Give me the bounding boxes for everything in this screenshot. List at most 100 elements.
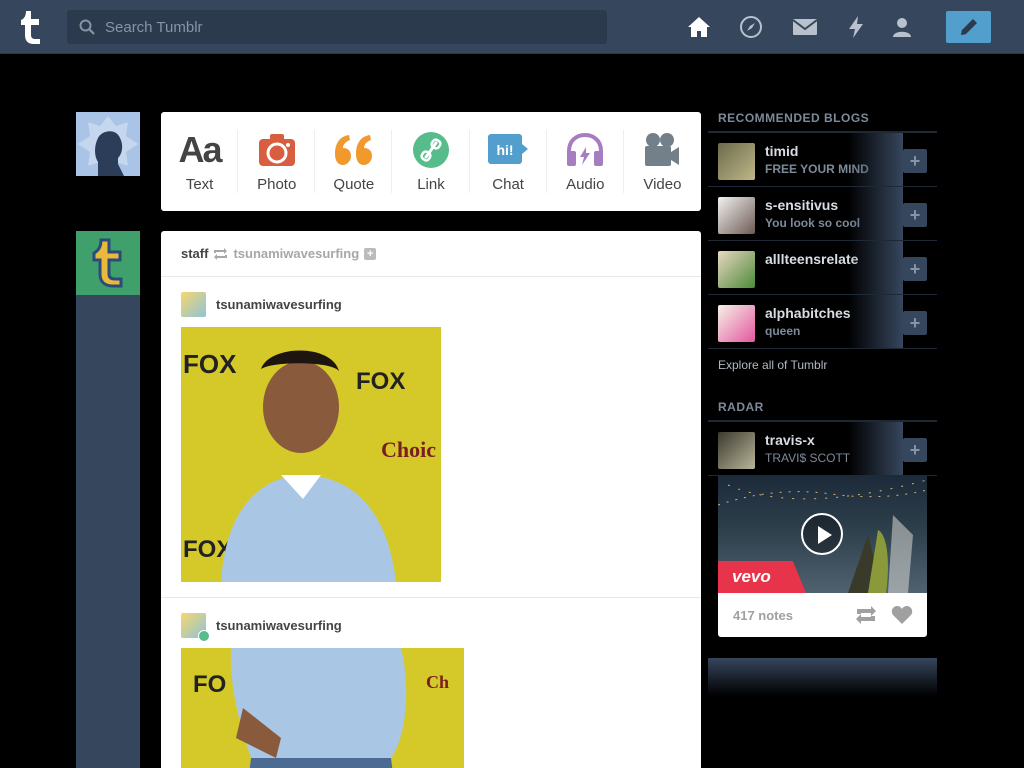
recommended-blog[interactable]: alphabitches queen + (708, 295, 937, 349)
svg-text:FO: FO (193, 671, 226, 698)
post-type-photo[interactable]: Photo (238, 112, 316, 211)
follow-button[interactable]: + (903, 257, 927, 281)
blog-fade (848, 422, 903, 475)
follow-button[interactable]: + (903, 438, 927, 462)
radar-title: RADAR (708, 395, 937, 422)
chat-icon: hi! (487, 130, 529, 170)
account-icon[interactable] (889, 14, 915, 40)
post-type-audio[interactable]: Audio (547, 112, 624, 211)
post-type-label: Chat (492, 176, 524, 193)
recommended-blogs-title: RECOMMENDED BLOGS (708, 106, 937, 133)
blog-avatar[interactable] (718, 432, 755, 469)
vevo-logo: vevo (718, 561, 806, 593)
radar-post: vevo 417 notes (718, 475, 927, 637)
entry-avatar[interactable] (181, 613, 210, 642)
reblog-icon[interactable] (855, 606, 877, 624)
post-type-label: Quote (333, 176, 375, 193)
entry-username[interactable]: tsunamiwavesurfing (216, 618, 342, 633)
follow-button[interactable]: + (903, 203, 927, 227)
post-type-chat[interactable]: hi! Chat (470, 112, 547, 211)
post-footer: 417 notes (718, 593, 927, 637)
svg-text:FOX: FOX (356, 368, 405, 395)
reblog-entry: tsunamiwavesurfing FO Ch (161, 598, 701, 768)
recommended-blog[interactable]: timid FREE YOUR MIND + (708, 133, 937, 187)
dashboard-post: staff tsunamiwavesurfing + tsunamiwavesu… (161, 231, 701, 768)
home-icon[interactable] (686, 14, 712, 40)
search-icon (79, 19, 95, 35)
top-bar (0, 0, 1024, 54)
entry-user: tsunamiwavesurfing (181, 613, 342, 642)
entry-user: tsunamiwavesurfing (181, 292, 342, 317)
post-type-text[interactable]: Aa Text (161, 112, 239, 211)
blog-avatar[interactable] (718, 251, 755, 288)
left-rail (76, 231, 140, 768)
recommended-blog[interactable]: alllteensrelate + (708, 241, 937, 295)
blog-title: queen (765, 324, 801, 338)
sidebar: RECOMMENDED BLOGS timid FREE YOUR MIND +… (708, 106, 937, 637)
tumblr-logo-icon[interactable] (16, 8, 48, 46)
sidebar-footer-fade (708, 658, 937, 696)
follow-button[interactable]: + (903, 149, 927, 173)
user-avatar[interactable] (76, 112, 140, 176)
blog-avatar[interactable] (718, 305, 755, 342)
post-header: staff tsunamiwavesurfing + (161, 231, 701, 277)
blog-title: TRAVI$ SCOTT (765, 451, 851, 465)
search-box[interactable] (67, 10, 607, 44)
play-icon[interactable] (801, 513, 843, 555)
headphones-icon (565, 130, 605, 170)
post-type-video[interactable]: Video (624, 112, 701, 211)
reblog-icon (214, 247, 228, 260)
video-camera-icon (643, 130, 681, 170)
quote-icon (333, 130, 375, 170)
blog-name[interactable]: alllteensrelate (765, 251, 858, 267)
blog-name[interactable]: s-ensitivus (765, 197, 838, 213)
post-type-quote[interactable]: Quote (315, 112, 393, 211)
svg-text:FOX: FOX (183, 349, 237, 379)
post-photo[interactable]: FOX FOX FOX Choic (181, 327, 441, 582)
blog-fade (848, 295, 903, 348)
entry-avatar[interactable] (181, 292, 206, 317)
inbox-icon[interactable] (792, 14, 818, 40)
svg-text:Choic: Choic (381, 437, 436, 462)
post-type-label: Photo (257, 176, 297, 193)
blog-name[interactable]: timid (765, 143, 798, 159)
text-icon: Aa (178, 129, 223, 170)
link-icon (412, 130, 449, 170)
video-thumbnail[interactable]: vevo (718, 475, 927, 593)
svg-text:Ch: Ch (426, 672, 449, 692)
follow-button[interactable]: + (903, 311, 927, 335)
explore-icon[interactable] (738, 14, 764, 40)
blog-avatar[interactable] (718, 143, 755, 180)
post-type-label: Text (185, 176, 214, 193)
entry-username[interactable]: tsunamiwavesurfing (216, 297, 342, 312)
reblog-source-name[interactable]: tsunamiwavesurfing (233, 246, 359, 261)
blog-fade (848, 187, 903, 240)
recommended-blog[interactable]: s-ensitivus You look so cool + (708, 187, 937, 241)
reblog-entry: tsunamiwavesurfing FOX FOX FOX Choic (161, 277, 701, 598)
like-heart-icon[interactable] (891, 605, 913, 625)
poster-name[interactable]: staff (181, 246, 208, 261)
follow-plus-icon[interactable]: + (364, 247, 377, 260)
compose-button[interactable] (946, 11, 991, 43)
blog-avatar[interactable] (718, 197, 755, 234)
blog-name[interactable]: alphabitches (765, 305, 851, 321)
post-type-label: Audio (566, 176, 605, 193)
post-type-label: Video (643, 176, 682, 193)
reblog-badge-icon (198, 630, 210, 642)
blog-name[interactable]: travis-x (765, 432, 815, 448)
camera-icon (258, 130, 296, 170)
post-type-link[interactable]: Link (392, 112, 470, 211)
search-input[interactable] (105, 10, 595, 44)
post-composer: Aa Text Photo Quote Link hi! Chat Audio (161, 112, 701, 211)
notes-count[interactable]: 417 notes (733, 608, 855, 623)
pencil-icon (960, 19, 977, 35)
svg-text:hi!: hi! (497, 142, 514, 158)
explore-link[interactable]: Explore all of Tumblr (708, 349, 937, 381)
radar-blog[interactable]: travis-x TRAVI$ SCOTT + (708, 422, 937, 476)
tumblr-t-icon (92, 238, 123, 288)
post-photo[interactable]: FO Ch (181, 648, 464, 768)
activity-icon[interactable] (843, 14, 869, 40)
post-type-label: Link (417, 176, 445, 193)
staff-avatar[interactable] (76, 231, 140, 295)
blog-fade (848, 133, 903, 186)
